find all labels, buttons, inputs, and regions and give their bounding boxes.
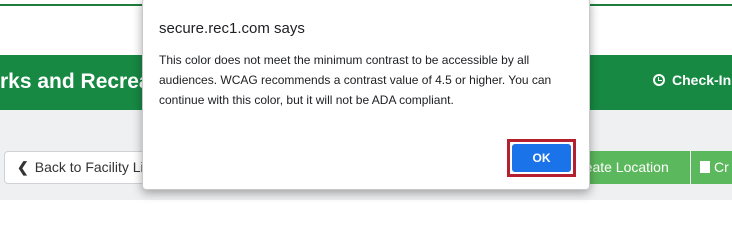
chevron-left-icon: ❮ <box>17 159 29 175</box>
organization-name: rks and Recrea <box>0 70 151 93</box>
building-icon <box>700 161 710 173</box>
alert-dialog: secure.rec1.com says This color does not… <box>142 0 590 190</box>
back-button-label: Back to Facility Lis <box>34 159 151 175</box>
dialog-message: This color does not meet the minimum con… <box>159 53 552 107</box>
ok-button-highlight: OK <box>507 139 576 177</box>
checkin-label: Check-In <box>672 72 732 88</box>
ok-button[interactable]: OK <box>512 144 571 172</box>
back-to-facility-list-button[interactable]: ❮ Back to Facility Lis <box>4 151 164 184</box>
dialog-title: secure.rec1.com says <box>159 20 305 37</box>
create-button-label: Cr <box>714 159 729 175</box>
create-location-button[interactable]: reate Location <box>578 151 690 184</box>
clock-icon <box>653 74 665 86</box>
create-button[interactable]: Cr <box>691 151 732 184</box>
checkin-link[interactable]: Check-In <box>653 72 731 88</box>
create-location-label: reate Location <box>580 159 669 175</box>
